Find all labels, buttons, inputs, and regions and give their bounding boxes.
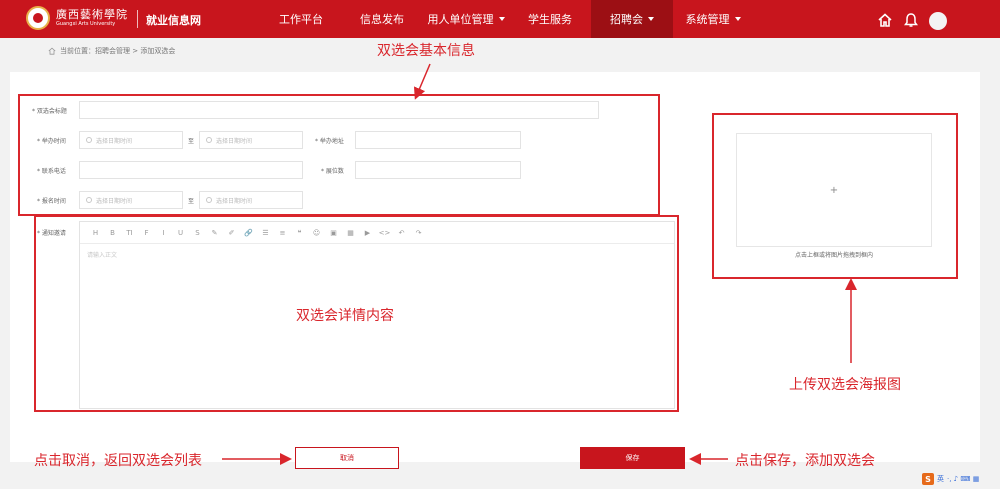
clock-icon: [86, 137, 92, 143]
hold-address-label: * 举办地址: [315, 138, 344, 145]
nav-employer-management[interactable]: 用人单位管理: [420, 0, 512, 38]
booth-count-label: * 展位数: [321, 168, 344, 175]
university-seal-icon: [26, 6, 50, 30]
poster-upload-area[interactable]: +: [736, 133, 932, 247]
link-icon[interactable]: 🔗: [240, 229, 257, 237]
annotation-detail: 双选会详情内容: [296, 308, 394, 324]
background-color-icon[interactable]: ✐: [223, 229, 240, 237]
align-icon[interactable]: ≡: [274, 229, 291, 237]
clock-icon: [206, 197, 212, 203]
quote-icon[interactable]: ❝: [291, 229, 308, 237]
strikethrough-icon[interactable]: S: [189, 229, 206, 237]
italic-icon[interactable]: I: [155, 229, 172, 237]
hold-address-input[interactable]: [355, 131, 521, 149]
table-icon[interactable]: ▦: [342, 229, 359, 237]
image-icon[interactable]: ▣: [325, 229, 342, 237]
hold-end-time-input[interactable]: 选择日期时间: [199, 131, 303, 149]
hold-time-label: * 举办时间: [37, 138, 66, 145]
top-navbar: 廣西藝術學院 Guangxi Arts University 就业信息网 工作平…: [0, 0, 1000, 38]
chevron-down-icon: [648, 17, 654, 21]
title-label: * 双选会标题: [32, 108, 67, 115]
logo-name-cn: 廣西藝術學院: [56, 8, 128, 21]
code-icon[interactable]: <>: [376, 229, 393, 237]
underline-icon[interactable]: U: [172, 229, 189, 237]
notice-label: * 通知邀请: [37, 230, 66, 237]
chevron-down-icon: [498, 17, 505, 21]
emoji-icon[interactable]: ☺: [308, 229, 325, 237]
chevron-down-icon: [734, 17, 741, 21]
heading-icon[interactable]: H: [87, 229, 104, 237]
phone-input[interactable]: [79, 161, 303, 179]
to-separator: 至: [188, 198, 195, 205]
to-separator: 至: [188, 138, 195, 145]
editor-placeholder: 请输入正文: [87, 252, 118, 259]
plus-icon: +: [829, 184, 839, 196]
breadcrumb: 当前位置：招聘会管理 > 添加双选会: [48, 46, 175, 56]
site-name: 就业信息网: [146, 14, 201, 27]
signup-start-time-input[interactable]: 选择日期时间: [79, 191, 183, 209]
user-avatar[interactable]: [929, 12, 947, 30]
nav-work-platform[interactable]: 工作平台: [262, 0, 340, 38]
clock-icon: [206, 137, 212, 143]
text-color-icon[interactable]: ✎: [206, 229, 223, 237]
annotation-cancel: 点击取消，返回双选会列表: [34, 453, 202, 469]
ime-language: 英: [937, 475, 944, 483]
list-icon[interactable]: ☰: [257, 229, 274, 237]
phone-label: * 联系电话: [37, 168, 66, 175]
undo-icon[interactable]: ↶: [393, 229, 410, 237]
sogou-ime-icon: S: [922, 473, 934, 485]
video-icon[interactable]: ▶: [359, 229, 376, 237]
ime-symbols: ·, ♪ ⌨ ▦: [947, 475, 980, 483]
signup-time-label: * 报名时间: [37, 198, 66, 205]
annotation-poster: 上传双选会海报图: [789, 377, 901, 393]
bell-icon[interactable]: [903, 12, 919, 28]
home-icon: [48, 47, 56, 55]
clock-icon: [86, 197, 92, 203]
university-logo[interactable]: 廣西藝術學院 Guangxi Arts University: [26, 6, 128, 30]
title-input[interactable]: [79, 101, 599, 119]
ime-toolbar[interactable]: S 英 ·, ♪ ⌨ ▦: [922, 473, 979, 485]
signup-end-time-input[interactable]: 选择日期时间: [199, 191, 303, 209]
bold-icon[interactable]: B: [104, 229, 121, 237]
font-size-icon[interactable]: TI: [121, 229, 138, 237]
upload-hint: 点击上框或将图片拖拽到框内: [794, 252, 873, 259]
logo-divider: [137, 10, 138, 28]
booth-count-input[interactable]: [355, 161, 521, 179]
annotation-basic-info: 双选会基本信息: [377, 43, 475, 59]
save-button[interactable]: 保存: [580, 447, 685, 469]
editor-toolbar: H B TI F I U S ✎ ✐ 🔗 ☰ ≡ ❝ ☺ ▣ ▦ ▶ <> ↶ …: [80, 222, 674, 244]
hold-start-time-input[interactable]: 选择日期时间: [79, 131, 183, 149]
breadcrumb-text: 当前位置：招聘会管理 > 添加双选会: [60, 47, 176, 55]
home-icon[interactable]: [877, 12, 893, 28]
logo-name-en: Guangxi Arts University: [56, 21, 116, 27]
font-family-icon[interactable]: F: [138, 229, 155, 237]
nav-system-management[interactable]: 系统管理: [673, 0, 753, 38]
nav-student-service[interactable]: 学生服务: [512, 0, 588, 38]
redo-icon[interactable]: ↷: [410, 229, 427, 237]
cancel-button[interactable]: 取消: [295, 447, 399, 469]
annotation-save: 点击保存，添加双选会: [735, 453, 875, 469]
nav-job-fair[interactable]: 招聘会: [591, 0, 673, 38]
nav-info-publish[interactable]: 信息发布: [344, 0, 420, 38]
